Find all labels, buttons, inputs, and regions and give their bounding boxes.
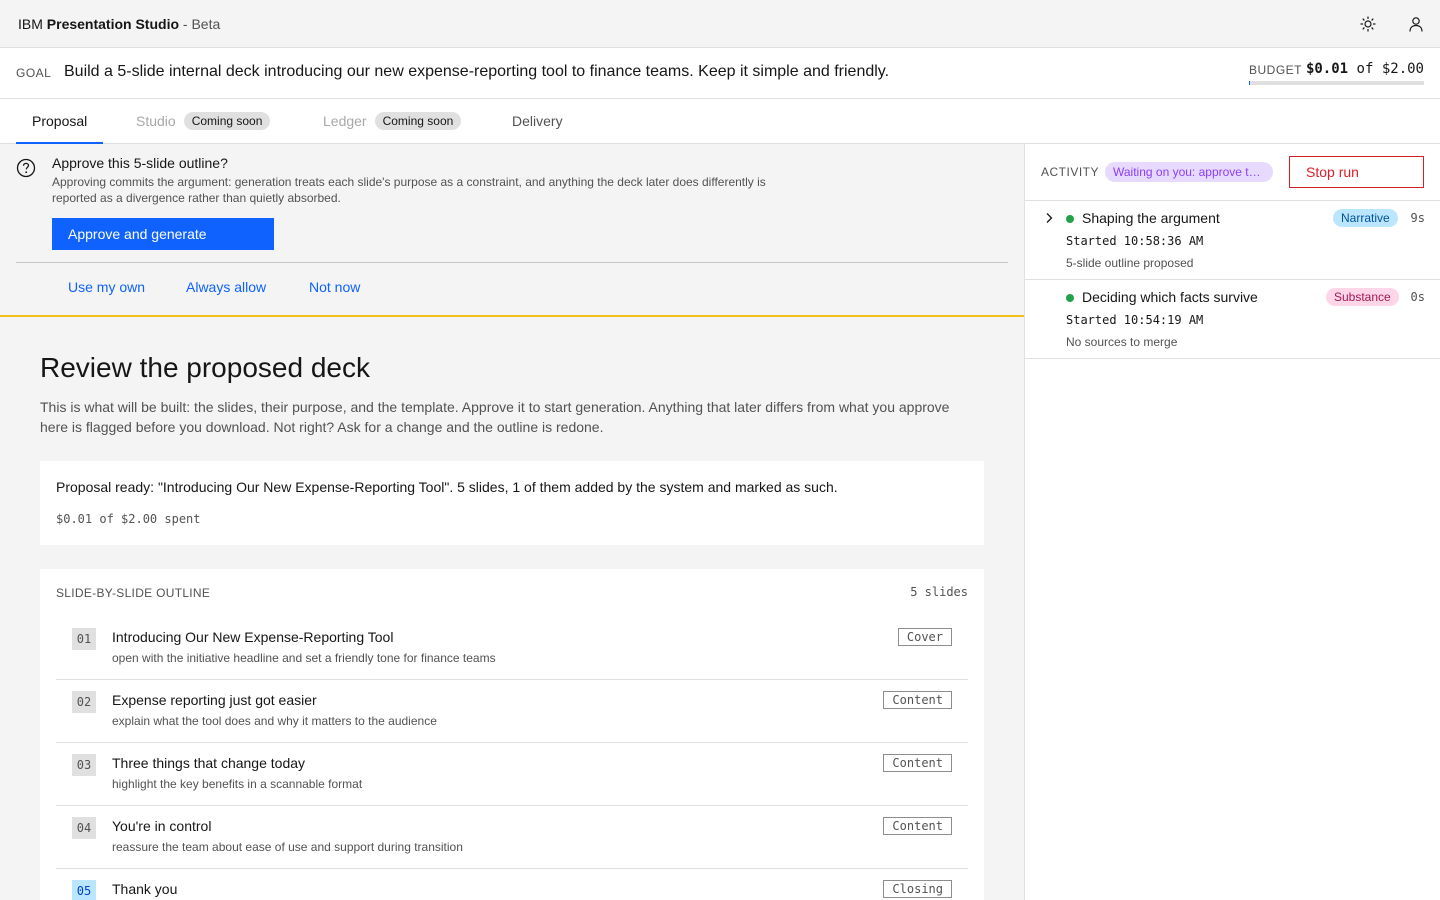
theme-icon[interactable] bbox=[1356, 12, 1380, 36]
activity-tag: Substance bbox=[1326, 288, 1399, 306]
budget-label: BUDGET bbox=[1249, 63, 1303, 77]
tab-proposal[interactable]: Proposal bbox=[16, 99, 104, 144]
activity-title: Deciding which facts survive bbox=[1082, 289, 1258, 305]
activity-started: Started 10:54:19 AM bbox=[1066, 313, 1204, 327]
app-header: IBM Presentation Studio - Beta bbox=[0, 0, 1440, 48]
coming-soon-badge: Coming soon bbox=[183, 112, 271, 130]
page-intro: This is what will be built: the slides, … bbox=[40, 399, 950, 435]
outline-label: SLIDE-BY-SLIDE OUTLINE bbox=[56, 586, 211, 600]
tab-label: Delivery bbox=[512, 113, 563, 129]
slide-number: 03 bbox=[72, 754, 96, 776]
slide-title: Expense reporting just got easier bbox=[112, 692, 317, 708]
activity-panel: ACTIVITY Waiting on you: approve the out… bbox=[1024, 144, 1440, 900]
activity-title: Shaping the argument bbox=[1082, 210, 1220, 226]
slide-purpose: highlight the key benefits in a scannabl… bbox=[112, 777, 363, 791]
status-dot bbox=[1066, 215, 1074, 223]
always-allow-link[interactable]: Always allow bbox=[186, 279, 266, 295]
slide-type-badge: Content bbox=[883, 691, 952, 709]
slide-number: 01 bbox=[72, 628, 96, 650]
slide-title: You're in control bbox=[112, 818, 212, 834]
tab-label: Proposal bbox=[32, 112, 88, 129]
budget-progress-track bbox=[1249, 81, 1424, 85]
activity-item[interactable]: Shaping the argument Narrative 9s Starte… bbox=[1025, 201, 1440, 280]
budget-meter: BUDGET $0.01 of $2.00 bbox=[1249, 61, 1424, 87]
goal-bar: GOAL Build a 5-slide internal deck intro… bbox=[0, 48, 1440, 99]
slide-row[interactable]: 03 Three things that change today highli… bbox=[56, 743, 968, 806]
stop-run-button[interactable]: Stop run bbox=[1289, 156, 1424, 188]
tab-label: Studio bbox=[136, 113, 176, 129]
chevron-right-icon[interactable] bbox=[1043, 211, 1055, 229]
approve-and-generate-button[interactable]: Approve and generate bbox=[52, 218, 274, 250]
slide-title: Thank you bbox=[112, 881, 178, 897]
activity-status-badge: Waiting on you: approve the outline bbox=[1105, 162, 1273, 182]
slide-number: 04 bbox=[72, 817, 96, 839]
approval-description: Approving commits the argument: generati… bbox=[52, 175, 766, 205]
budget-of: of bbox=[1356, 61, 1374, 77]
tab-studio[interactable]: Studio Coming soon bbox=[136, 99, 271, 143]
brand-suffix: - Beta bbox=[182, 15, 221, 32]
budget-total: $2.00 bbox=[1381, 61, 1424, 77]
coming-soon-badge: Coming soon bbox=[374, 112, 462, 130]
proposal-spent: $0.01 of $2.00 spent bbox=[56, 512, 201, 526]
slide-title: Three things that change today bbox=[112, 755, 306, 771]
budget-progress-fill bbox=[1249, 81, 1250, 85]
slide-purpose: reassure the team about ease of use and … bbox=[112, 840, 463, 854]
tab-label: Ledger bbox=[323, 113, 367, 129]
outline-card: SLIDE-BY-SLIDE OUTLINE 5 slides 01 Intro… bbox=[40, 569, 984, 900]
activity-note: 5-slide outline proposed bbox=[1066, 256, 1194, 270]
activity-duration: 0s bbox=[1410, 290, 1425, 304]
approval-title: Approve this 5-slide outline? bbox=[52, 155, 228, 171]
goal-label: GOAL bbox=[16, 66, 52, 80]
activity-started: Started 10:58:36 AM bbox=[1066, 234, 1204, 248]
tab-delivery[interactable]: Delivery bbox=[512, 99, 563, 143]
outline-count: 5 slides bbox=[910, 585, 968, 599]
slide-type-badge: Content bbox=[883, 817, 952, 835]
activity-header: ACTIVITY Waiting on you: approve the out… bbox=[1025, 144, 1440, 201]
user-icon[interactable] bbox=[1404, 12, 1428, 36]
tab-ledger[interactable]: Ledger Coming soon bbox=[323, 99, 462, 143]
not-now-link[interactable]: Not now bbox=[309, 279, 360, 295]
brand-name: Presentation Studio bbox=[46, 15, 180, 32]
question-icon bbox=[16, 158, 36, 183]
slide-purpose: open with the initiative headline and se… bbox=[112, 651, 496, 665]
slide-row[interactable]: 05 Thank you Closing bbox=[56, 869, 968, 900]
proposal-summary-text: Proposal ready: "Introducing Our New Exp… bbox=[56, 479, 838, 495]
activity-item[interactable]: Deciding which facts survive Substance 0… bbox=[1025, 280, 1440, 359]
slide-type-badge: Content bbox=[883, 754, 952, 772]
slide-type-badge: Cover bbox=[897, 628, 952, 646]
activity-tag: Narrative bbox=[1333, 209, 1398, 227]
activity-label: ACTIVITY bbox=[1041, 165, 1100, 179]
brand-prefix: IBM bbox=[18, 15, 43, 32]
goal-text: Build a 5-slide internal deck introducin… bbox=[64, 63, 890, 80]
slide-row[interactable]: 04 You're in control reassure the team a… bbox=[56, 806, 968, 869]
divider bbox=[16, 262, 1008, 263]
tab-bar: Proposal Studio Coming soon Ledger Comin… bbox=[0, 99, 1440, 144]
slide-row[interactable]: 01 Introducing Our New Expense-Reporting… bbox=[56, 617, 968, 680]
slide-number: 02 bbox=[72, 691, 96, 713]
activity-note: No sources to merge bbox=[1066, 335, 1178, 349]
slide-purpose: explain what the tool does and why it ma… bbox=[112, 714, 437, 728]
proposal-panel: Approve this 5-slide outline? Approving … bbox=[0, 144, 1024, 900]
budget-spent: $0.01 bbox=[1305, 61, 1349, 77]
budget-value: $0.01 of $2.00 bbox=[1306, 61, 1424, 77]
activity-duration: 9s bbox=[1410, 211, 1425, 225]
proposal-summary-card: Proposal ready: "Introducing Our New Exp… bbox=[40, 461, 984, 545]
approval-banner: Approve this 5-slide outline? Approving … bbox=[0, 144, 1024, 317]
slide-type-badge: Closing bbox=[883, 880, 952, 898]
slide-number: 05 bbox=[72, 880, 96, 900]
slide-title: Introducing Our New Expense-Reporting To… bbox=[112, 629, 394, 645]
use-my-own-link[interactable]: Use my own bbox=[68, 279, 145, 295]
page-title: Review the proposed deck bbox=[40, 352, 370, 383]
slide-row[interactable]: 02 Expense reporting just got easier exp… bbox=[56, 680, 968, 743]
app-title: IBM Presentation Studio - Beta bbox=[18, 16, 220, 32]
status-dot bbox=[1066, 294, 1074, 302]
